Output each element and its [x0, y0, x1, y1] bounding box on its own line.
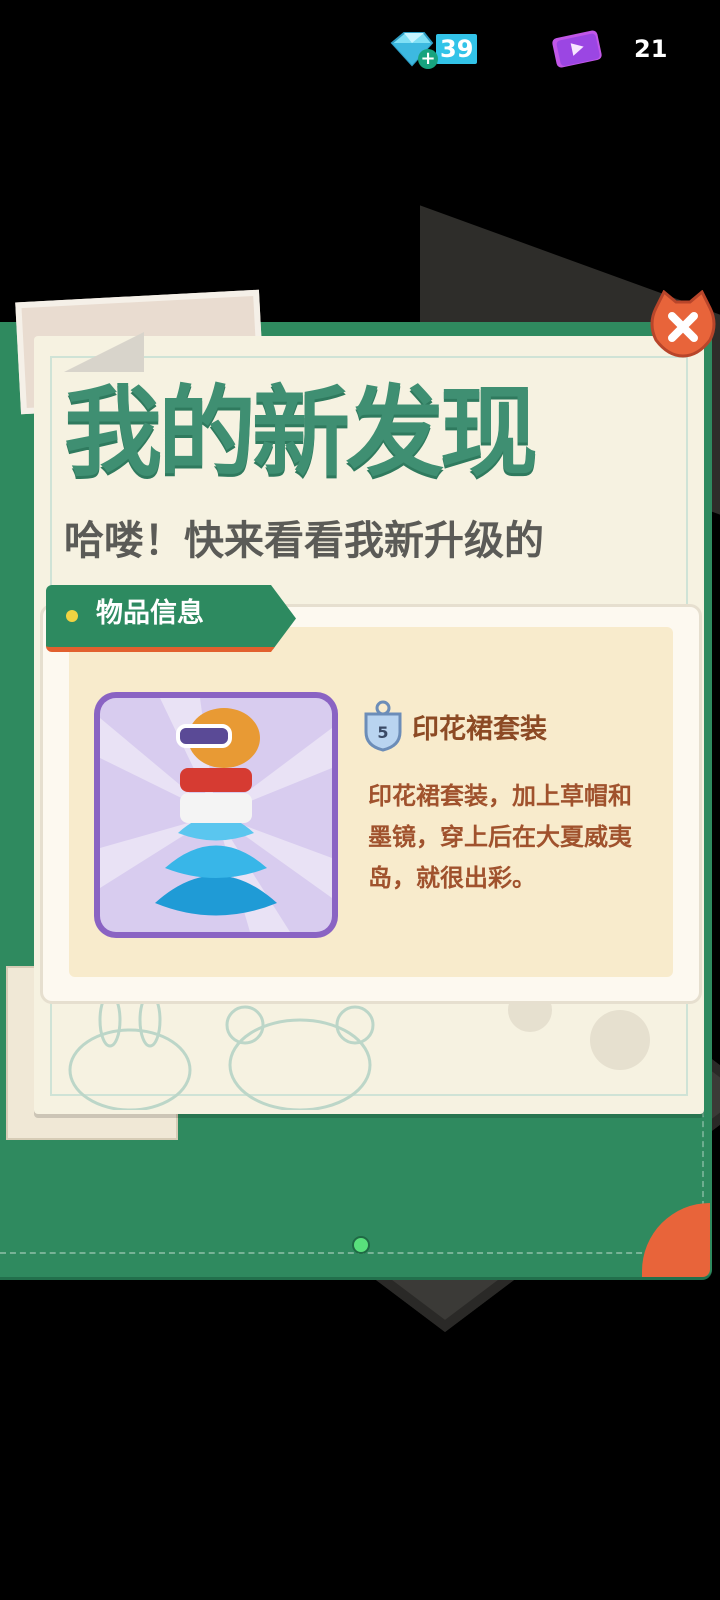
add-gems-icon[interactable]: +: [418, 49, 438, 69]
doodle-decoration: [68, 1000, 650, 1110]
tab-item-info-label: 物品信息: [96, 598, 204, 629]
popup-subtitle: 哈喽！快来看看我新升级的: [64, 518, 544, 564]
video-ticket-icon: [548, 28, 606, 70]
gem-icon: +: [388, 29, 442, 69]
popup-title: 我的新发现: [64, 376, 538, 490]
tab-dot: [66, 610, 78, 622]
note-fold-corner: [64, 332, 144, 372]
gem-count: 39: [436, 34, 478, 64]
close-button[interactable]: [646, 289, 720, 360]
board-dashed-line: [0, 1252, 652, 1254]
item-description: 印花裙套装，加上草帽和墨镜，穿上后在大夏威夷岛，就很出彩。: [368, 782, 632, 892]
item-image: [100, 698, 332, 932]
item-name: 印花裙套装: [412, 714, 547, 745]
gem-counter[interactable]: + 39: [388, 28, 478, 70]
level-badge-icon: 5: [364, 700, 402, 752]
ticket-counter[interactable]: 21: [548, 28, 667, 70]
close-icon: [650, 289, 716, 358]
item-image-frame: [94, 692, 338, 938]
level-badge-value: 5: [377, 723, 388, 742]
page-indicator-dot: [352, 1236, 370, 1254]
ticket-count: 21: [634, 35, 668, 63]
